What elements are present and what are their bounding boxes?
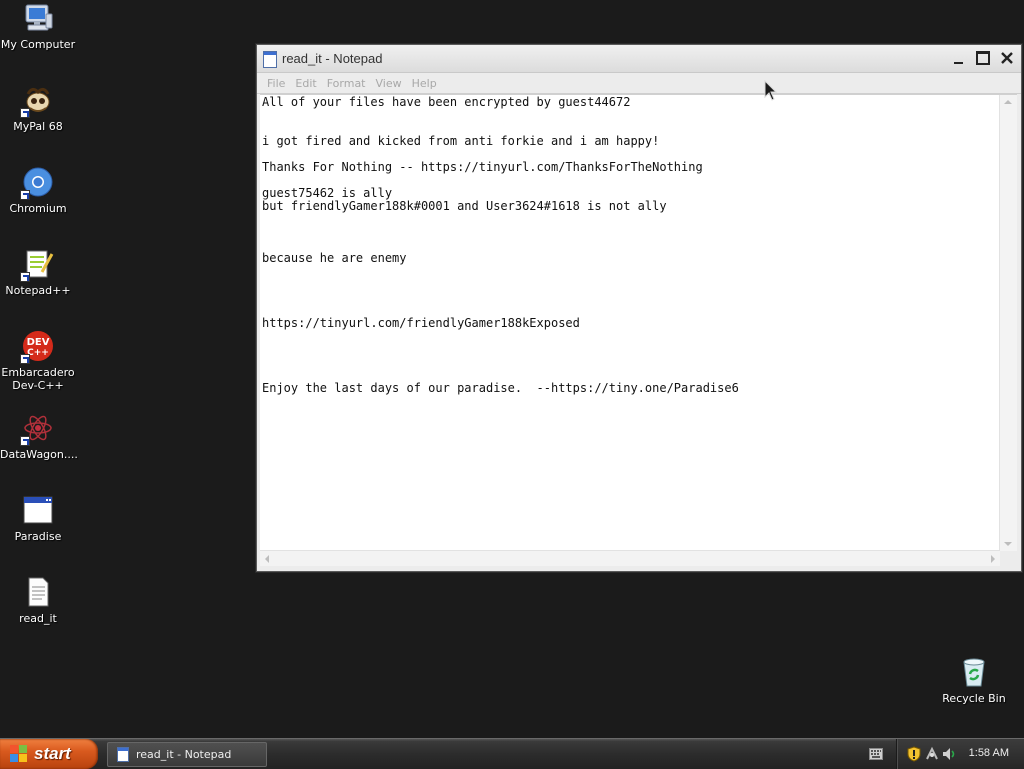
menu-format[interactable]: Format: [322, 77, 371, 90]
app-window-icon: [22, 494, 54, 526]
devcpp-icon: DEV C++: [20, 330, 54, 364]
shortcut-arrow-icon: [20, 272, 30, 282]
shortcut-arrow-icon: [20, 436, 30, 446]
close-icon: [1000, 52, 1013, 64]
desktop-icon-mypal[interactable]: MyPal 68: [0, 84, 76, 133]
desktop-icon-recycle-bin[interactable]: Recycle Bin: [936, 656, 1012, 705]
security-shield-icon[interactable]: [907, 746, 921, 762]
desktop-icon-devcpp[interactable]: DEV C++ Embarcadero Dev-C++: [0, 330, 76, 392]
scroll-left-icon[interactable]: [265, 555, 269, 563]
desktop-icon-label: Notepad++: [5, 284, 71, 297]
window-title: read_it - Notepad: [282, 51, 383, 66]
desktop-icon-label: Paradise: [14, 530, 62, 543]
recycle-bin-icon: [958, 656, 990, 688]
svg-text:DEV: DEV: [27, 337, 50, 348]
minimize-button[interactable]: [949, 49, 968, 67]
scroll-right-icon[interactable]: [991, 555, 995, 563]
desktop-icon-label: Recycle Bin: [942, 692, 1006, 705]
maximize-button[interactable]: [973, 49, 992, 67]
keyboard-icon[interactable]: [869, 748, 883, 760]
shortcut-arrow-icon: [20, 108, 30, 118]
horizontal-scrollbar[interactable]: [260, 550, 1000, 566]
text-line: https://tinyurl.com/friendlyGamer188kExp…: [262, 316, 580, 330]
text-line: because he are enemy: [262, 251, 407, 265]
desktop-icon-label: Embarcadero Dev-C++: [1, 366, 75, 392]
desktop-icon-chromium[interactable]: Chromium: [0, 166, 76, 215]
desktop-icon-label: DataWagon....: [0, 448, 78, 461]
windows-logo-icon: [10, 745, 28, 763]
notepad-icon: [263, 51, 277, 68]
text-line: Enjoy the last days of our paradise. --h…: [262, 381, 739, 395]
shortcut-arrow-icon: [20, 354, 30, 364]
maximize-icon: [975, 51, 990, 65]
desktop-icon-label: read_it: [19, 612, 57, 625]
text-line: guest75462 is ally: [262, 186, 393, 200]
mouse-pointer-icon: [764, 80, 778, 101]
text-line: Thanks For Nothing -- https://tinyurl.co…: [262, 160, 703, 174]
text-line: i got fired and kicked from anti forkie …: [262, 134, 660, 148]
desktop-icon-label: MyPal 68: [13, 120, 63, 133]
clock[interactable]: 1:58 AM: [969, 747, 1009, 759]
minimize-icon: [954, 61, 963, 64]
taskbar-item-notepad[interactable]: read_it - Notepad: [107, 742, 267, 767]
computer-icon: [22, 2, 54, 34]
menu-help[interactable]: Help: [407, 77, 442, 90]
text-line: All of your files have been encrypted by…: [262, 95, 631, 109]
menu-file[interactable]: File: [262, 77, 290, 90]
text-editor[interactable]: All of your files have been encrypted by…: [260, 94, 1017, 566]
scroll-down-icon[interactable]: [1004, 542, 1012, 546]
volume-icon[interactable]: [942, 746, 956, 762]
datawagon-icon: [20, 412, 54, 446]
start-label: start: [34, 744, 71, 763]
text-file-icon: [22, 576, 54, 608]
svg-text:C++: C++: [27, 348, 49, 358]
menu-view[interactable]: View: [371, 77, 407, 90]
menu-bar: File Edit Format View Help: [257, 73, 1021, 94]
desktop-icon-read-it[interactable]: read_it: [0, 576, 76, 625]
notepad-icon: [117, 747, 129, 762]
window-titlebar[interactable]: read_it - Notepad: [257, 45, 1021, 73]
desktop-icon-label: My Computer: [0, 38, 76, 51]
desktop-icon-notepadpp[interactable]: Notepad++: [0, 248, 76, 297]
system-tray: 1:58 AM: [896, 739, 1024, 769]
notepad-window[interactable]: read_it - Notepad File Edit Format View …: [256, 44, 1022, 572]
desktop-icon-my-computer[interactable]: My Computer: [0, 2, 76, 51]
desktop-icon-datawagon[interactable]: DataWagon....: [0, 412, 78, 461]
notepadpp-icon: [20, 248, 54, 282]
mypal-icon: [20, 84, 54, 118]
shortcut-arrow-icon: [20, 190, 30, 200]
desktop-icon-label: Chromium: [9, 202, 67, 215]
size-grip[interactable]: [1000, 551, 1017, 566]
text-line: but friendlyGamer188k#0001 and User3624#…: [262, 199, 667, 213]
taskbar-item-label: read_it - Notepad: [136, 748, 232, 761]
menu-edit[interactable]: Edit: [290, 77, 321, 90]
text-content[interactable]: All of your files have been encrypted by…: [262, 95, 999, 551]
start-button[interactable]: start: [0, 739, 98, 769]
chromium-icon: [20, 166, 54, 200]
taskbar: start read_it - Notepad 1:58 AM: [0, 738, 1024, 769]
network-icon[interactable]: [925, 746, 939, 762]
close-button[interactable]: [997, 49, 1016, 67]
desktop-icon-paradise[interactable]: Paradise: [0, 494, 76, 543]
vertical-scrollbar[interactable]: [999, 95, 1017, 551]
scroll-up-icon[interactable]: [1004, 100, 1012, 104]
